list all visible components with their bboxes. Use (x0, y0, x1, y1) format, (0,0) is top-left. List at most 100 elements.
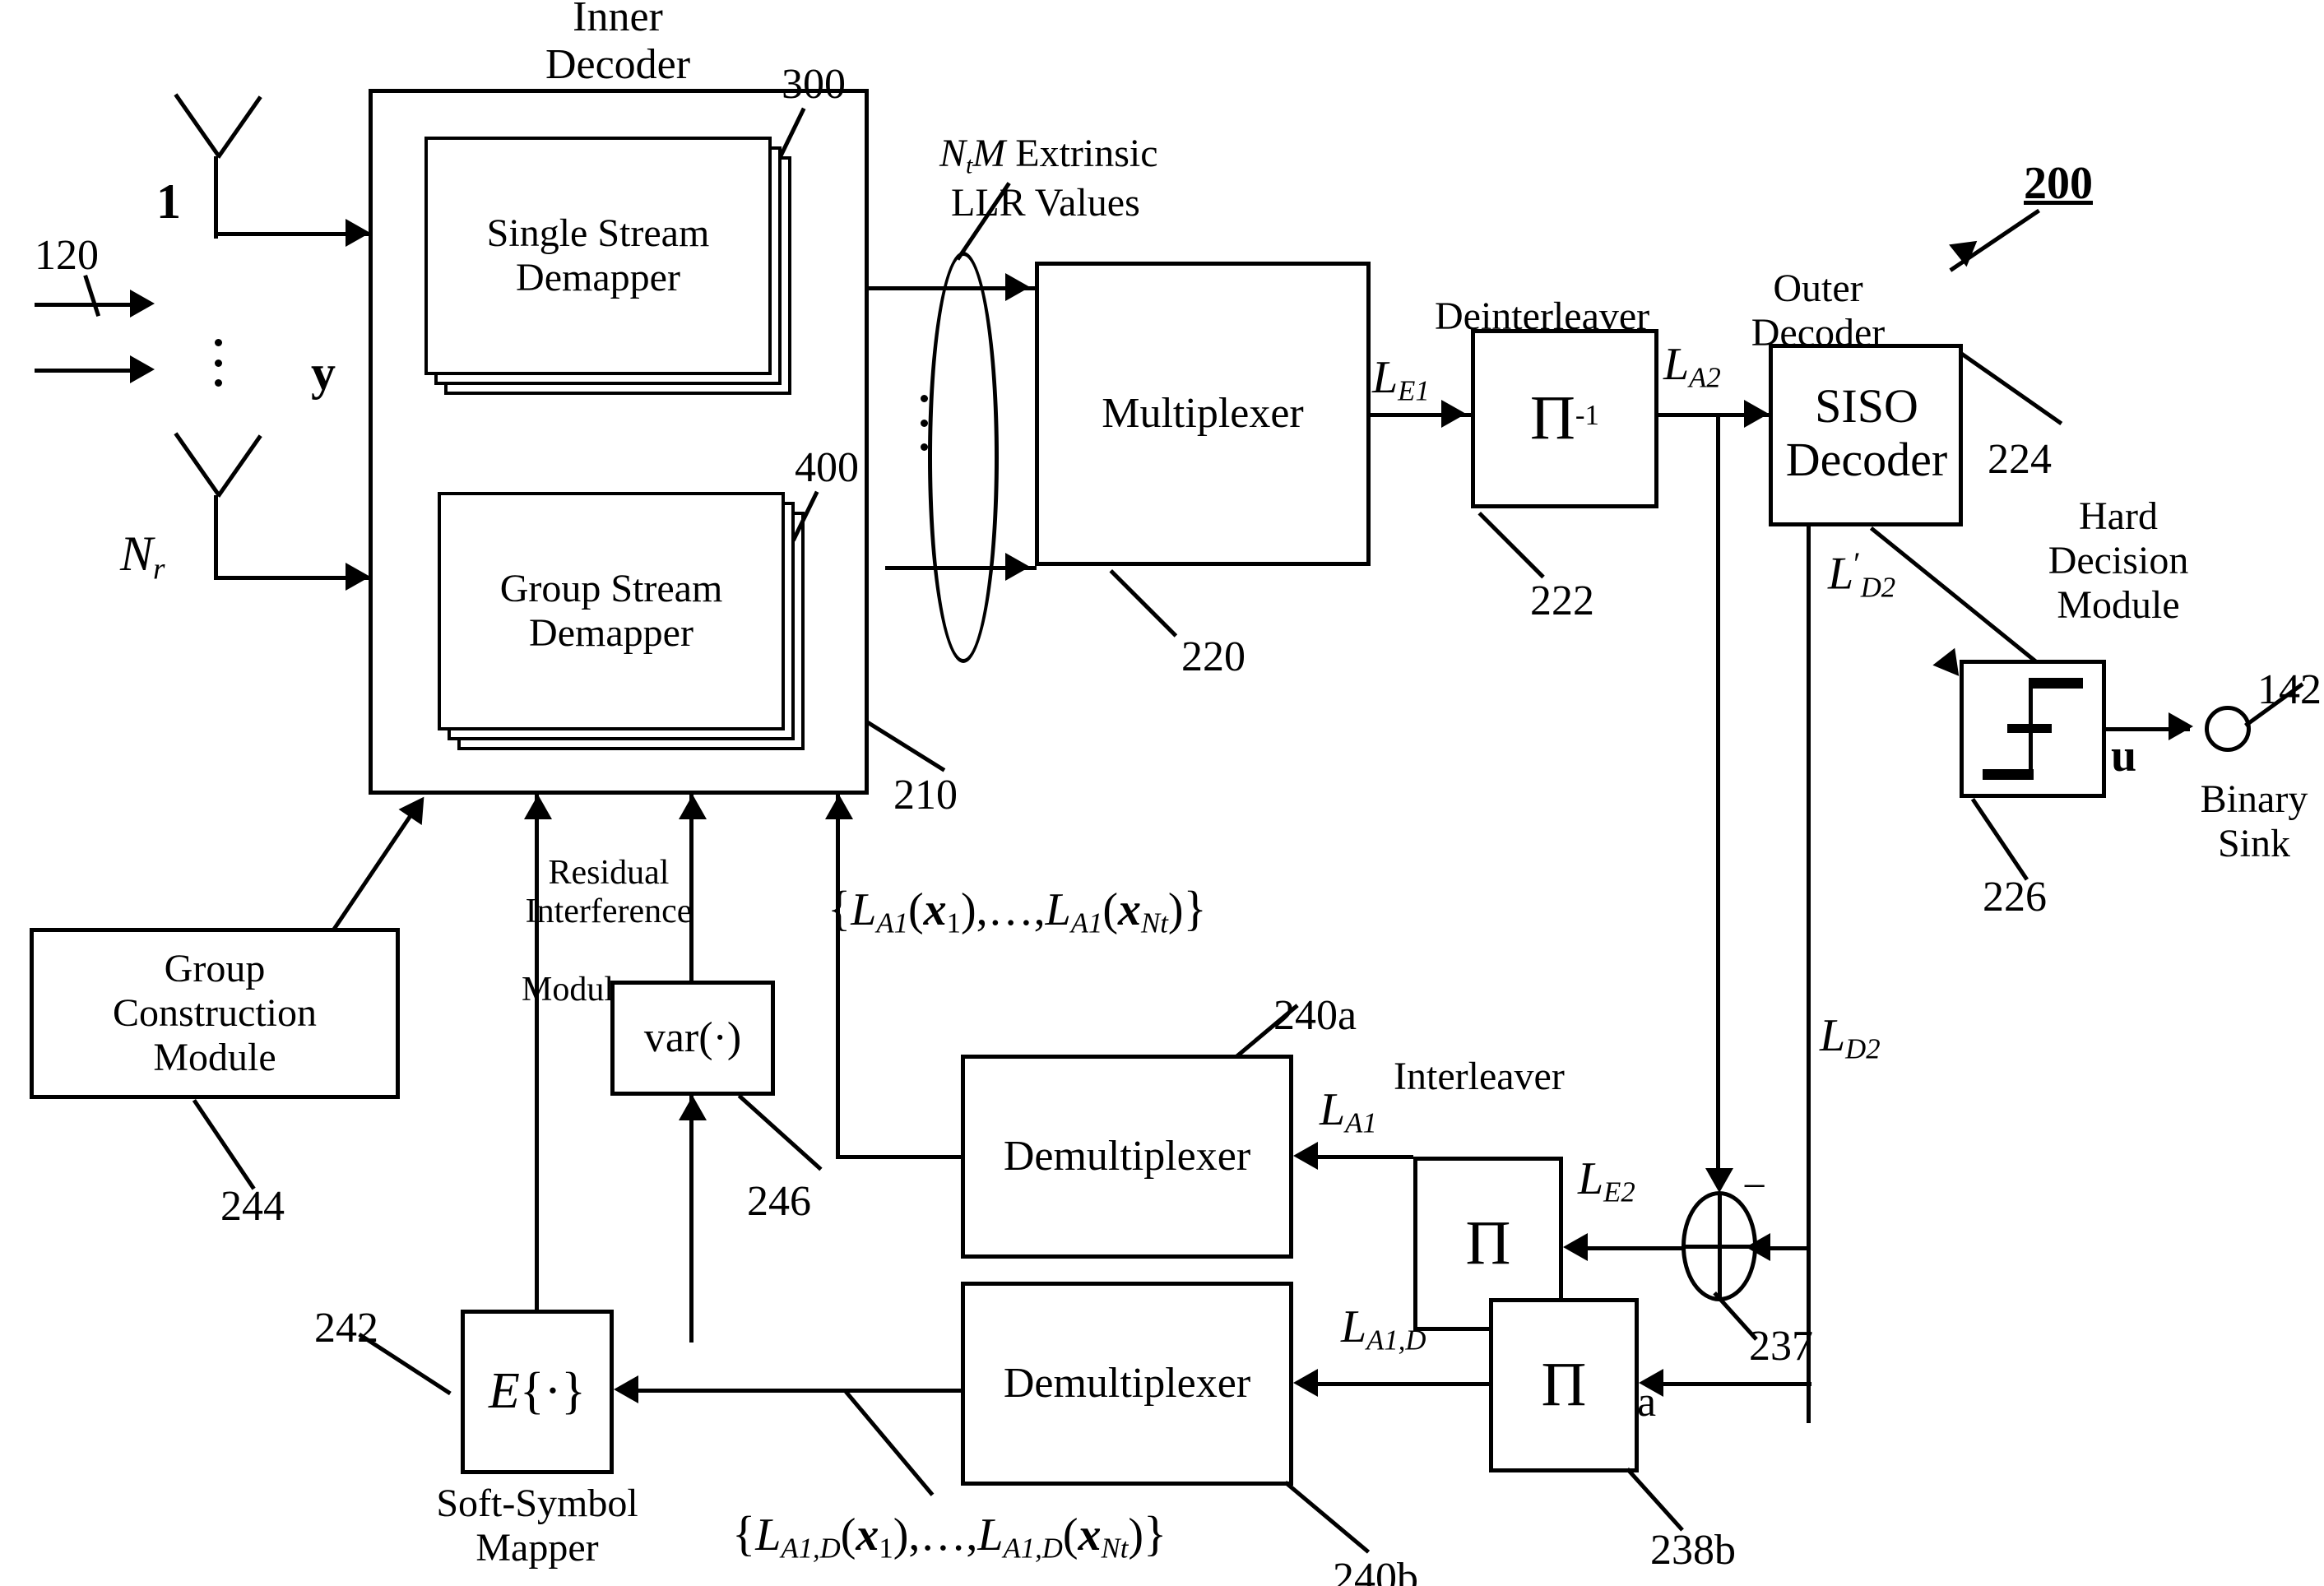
ref-400: 400 (795, 444, 859, 491)
demux-a-out-h (836, 1155, 963, 1159)
deinterleaver-glyph: Π-1 (1529, 383, 1599, 453)
llr-bundle-label-line2: LLR Values (951, 181, 1140, 225)
leader-220 (1109, 569, 1178, 638)
ref-222: 222 (1530, 577, 1594, 624)
group-stream-demapper-label: Group Stream Demapper (499, 567, 723, 655)
source-arrow-1 (130, 290, 155, 318)
outer-decoder-title: Outer Decoder (1751, 267, 1886, 355)
ld2-to-238b-arrow (1639, 1369, 1663, 1397)
antenna-nr-icon (155, 428, 278, 584)
group-construction-feed-line (332, 801, 421, 930)
signal-LE2: LE2 (1578, 1153, 1635, 1208)
llr-out-arrow-bottom (1005, 553, 1030, 581)
interleaver-a-title: Interleaver (1394, 1055, 1565, 1098)
soft-symbol-out-line (535, 795, 539, 1311)
var-out-arrow (679, 795, 707, 819)
ld2-to-238b-line (1662, 1382, 1811, 1386)
leader-222 (1477, 512, 1545, 579)
hard-decision-title: Hard Decision Module (2048, 494, 2189, 627)
soft-symbol-out-arrow (524, 795, 552, 819)
var-module-label: var(·) (643, 1013, 742, 1061)
ref-242: 242 (314, 1305, 378, 1352)
la1d-in-arrow (1293, 1369, 1318, 1397)
step-function-icon (1960, 660, 2106, 798)
ref-237: 237 (1749, 1323, 1813, 1370)
la2-branch-down (1716, 413, 1720, 1183)
le2-arrow (1563, 1233, 1588, 1261)
figure-ref-200: 200 (2024, 158, 2093, 209)
la1d-in-line (1313, 1382, 1489, 1386)
llr-bundle-oval (928, 252, 999, 663)
la1-in-line (1313, 1155, 1413, 1159)
source-ellipsis (214, 339, 222, 387)
ref-224: 224 (1988, 436, 2052, 483)
signal-LD2-prime: L′D2 (1828, 546, 1896, 604)
leader-210 (866, 721, 946, 772)
group-construction-module-label: Group Construction Module (113, 947, 317, 1079)
interleaver-b-glyph: Π (1541, 1350, 1587, 1420)
demux-a-out-v (836, 795, 840, 1158)
binary-sink-node[interactable] (2205, 706, 2251, 752)
signal-u: u (2111, 730, 2137, 781)
la1-in-arrow (1293, 1142, 1318, 1170)
ssm-in-arrow (614, 1375, 638, 1403)
ld2-drop-to-238b (1807, 1382, 1811, 1423)
source-line-2 (35, 369, 132, 373)
leader-226 (1970, 798, 2029, 881)
siso-decoder-label: SISO Decoder (1785, 379, 1948, 486)
adder-minus-sign: − (1742, 1163, 1767, 1210)
llr-out-arrow-top (1005, 273, 1030, 301)
figure-ref-arrowhead (1943, 231, 1978, 267)
source-arrow-2 (130, 355, 155, 383)
soft-symbol-mapper-title: Soft-Symbol Mapper (436, 1482, 638, 1570)
var-in-line (689, 1096, 693, 1343)
var-in-arrow (679, 1096, 707, 1120)
ref-220: 220 (1181, 633, 1245, 680)
source-line-1 (35, 303, 132, 307)
var-out-line (689, 795, 693, 982)
la1-set-label: {LA1(x1),…,LA1(xNt)} (828, 882, 1207, 939)
le1-arrow (1441, 400, 1466, 428)
ld2-to-adder-arrow (1746, 1233, 1770, 1261)
la1d-set-label: {LA1,D(x1),…,LA1,D(xNt)} (732, 1507, 1167, 1565)
ref-246: 246 (747, 1178, 811, 1225)
inner-decoder-title: Inner Decoder (545, 0, 691, 88)
ref-142: 142 (2257, 666, 2322, 713)
leader-120 (83, 275, 101, 318)
ref-300: 300 (782, 61, 846, 108)
ref-240a: 240a (1273, 992, 1357, 1039)
residual-interference-title-a: Residual Interference (525, 853, 693, 930)
single-stream-demapper-label: Single Stream Demapper (486, 211, 710, 299)
ref-226: 226 (1983, 874, 2047, 921)
received-signal-label: y (311, 345, 336, 400)
demultiplexer-a-label: Demultiplexer (1003, 1132, 1251, 1180)
antnr-arrow (346, 563, 370, 591)
ref-244: 244 (220, 1183, 285, 1230)
leader-240b (1283, 1481, 1371, 1554)
llr-out-ellipsis (920, 395, 928, 451)
ref-240b: 240b (1333, 1555, 1418, 1586)
signal-LA1D: LA1,D (1341, 1301, 1426, 1356)
ssm-in-line (630, 1389, 963, 1393)
ref-210: 210 (893, 772, 958, 819)
demux-a-out-arrow (825, 795, 853, 819)
ant1-arrow (346, 219, 370, 247)
signal-LD2: LD2 (1820, 1010, 1881, 1065)
demultiplexer-b-label: Demultiplexer (1003, 1359, 1251, 1407)
leader-la1d-set (844, 1390, 935, 1496)
leader-246 (737, 1094, 823, 1171)
antenna-nr-label: Nr (120, 526, 165, 587)
ld2-down-line (1807, 526, 1811, 1423)
leader-238b (1626, 1468, 1684, 1532)
soft-symbol-mapper-glyph: E{·} (488, 1363, 587, 1420)
ref-238b: 238b (1650, 1527, 1736, 1574)
llr-bundle-label-line1: NtM Extrinsic (939, 132, 1158, 179)
signal-LE1: LE1 (1372, 352, 1430, 407)
leader-244 (192, 1099, 256, 1190)
figure-canvas: 120 1 Nr y Inner Decoder Single Stream D… (0, 0, 2324, 1586)
antenna-1-label: 1 (156, 174, 181, 229)
ref-120: 120 (35, 232, 99, 279)
signal-LA1: LA1 (1320, 1084, 1377, 1139)
binary-sink-label: Binary Sink (2200, 777, 2308, 865)
u-arrow (2169, 712, 2193, 740)
